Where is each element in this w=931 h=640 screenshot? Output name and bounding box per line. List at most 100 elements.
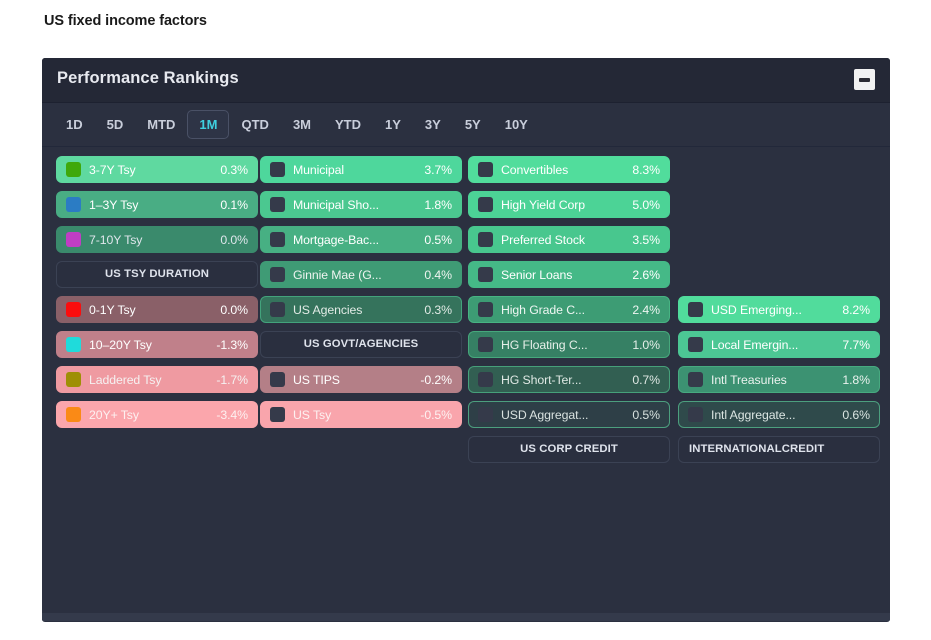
ranking-row[interactable]: Municipal Sho... 1.8% bbox=[260, 191, 462, 218]
color-swatch-icon bbox=[270, 372, 285, 387]
tab-5y[interactable]: 5Y bbox=[453, 110, 493, 139]
ranking-row[interactable]: Preferred Stock 3.5% bbox=[468, 226, 670, 253]
ranking-row-value: -0.2% bbox=[420, 372, 452, 387]
ranking-row-value: 2.4% bbox=[632, 302, 660, 317]
ranking-row[interactable]: Senior Loans 2.6% bbox=[468, 261, 670, 288]
tab-1y[interactable]: 1Y bbox=[373, 110, 413, 139]
ranking-row-value: 0.3% bbox=[220, 162, 248, 177]
ranking-row[interactable]: High Grade C... 2.4% bbox=[468, 296, 670, 323]
tab-1d[interactable]: 1D bbox=[54, 110, 95, 139]
ranking-row-label: Municipal bbox=[293, 162, 345, 177]
color-swatch-icon bbox=[66, 162, 81, 177]
color-swatch-icon bbox=[66, 232, 81, 247]
ranking-row-label: Intl Treasuries bbox=[711, 372, 787, 387]
color-swatch-icon bbox=[478, 302, 493, 317]
color-swatch-icon bbox=[688, 302, 703, 317]
ranking-row[interactable]: USD Aggregat... 0.5% bbox=[468, 401, 670, 428]
tab-mtd[interactable]: MTD bbox=[135, 110, 187, 139]
color-swatch-icon bbox=[478, 372, 493, 387]
color-swatch-icon bbox=[478, 337, 493, 352]
ranking-row[interactable]: Convertibles 8.3% bbox=[468, 156, 670, 183]
color-swatch-icon bbox=[478, 232, 493, 247]
color-swatch-icon bbox=[66, 407, 81, 422]
ranking-row-label: Convertibles bbox=[501, 162, 569, 177]
ranking-row[interactable]: US TIPS -0.2% bbox=[260, 366, 462, 393]
ranking-row[interactable]: Municipal 3.7% bbox=[260, 156, 462, 183]
ranking-row[interactable]: 7-10Y Tsy 0.0% bbox=[56, 226, 258, 253]
ranking-row-label: Senior Loans bbox=[501, 267, 573, 282]
ranking-row[interactable]: US Agencies 0.3% bbox=[260, 296, 462, 323]
tab-3y[interactable]: 3Y bbox=[413, 110, 453, 139]
color-swatch-icon bbox=[270, 232, 285, 247]
tab-5d[interactable]: 5D bbox=[95, 110, 136, 139]
rankings-chart: 3-7Y Tsy 0.3% 1–3Y Tsy 0.1% 7-10Y Tsy 0.0% 0-1… bbox=[42, 147, 890, 621]
ranking-row[interactable]: 0-1Y Tsy 0.0% bbox=[56, 296, 258, 323]
ranking-row-label: Preferred Stock bbox=[501, 232, 585, 247]
ranking-row-value: 0.0% bbox=[220, 232, 248, 247]
ranking-row-label: US Tsy bbox=[293, 407, 332, 422]
ranking-row-value: 0.1% bbox=[220, 197, 248, 212]
ranking-row[interactable]: HG Floating C... 1.0% bbox=[468, 331, 670, 358]
ranking-row-value: -1.3% bbox=[216, 337, 248, 352]
ranking-row-label: High Yield Corp bbox=[501, 197, 585, 212]
ranking-row[interactable]: US Tsy -0.5% bbox=[260, 401, 462, 428]
ranking-column-2: Municipal 3.7% Municipal Sho... 1.8% Mortgag… bbox=[260, 147, 462, 621]
ranking-row-value: -0.5% bbox=[420, 407, 452, 422]
ranking-row[interactable]: HG Short-Ter... 0.7% bbox=[468, 366, 670, 393]
color-swatch-icon bbox=[688, 407, 703, 422]
ranking-column-1: 3-7Y Tsy 0.3% 1–3Y Tsy 0.1% 7-10Y Tsy 0.0% 0-1… bbox=[56, 147, 258, 621]
ranking-row[interactable]: Intl Treasuries 1.8% bbox=[678, 366, 880, 393]
ranking-row[interactable]: 1–3Y Tsy 0.1% bbox=[56, 191, 258, 218]
ranking-row-label: Municipal Sho... bbox=[293, 197, 379, 212]
tab-ytd[interactable]: YTD bbox=[323, 110, 373, 139]
ranking-row-value: 3.7% bbox=[424, 162, 452, 177]
color-swatch-icon bbox=[688, 337, 703, 352]
ranking-row-value: -3.4% bbox=[216, 407, 248, 422]
color-swatch-icon bbox=[478, 267, 493, 282]
ranking-row-label: 7-10Y Tsy bbox=[89, 232, 143, 247]
ranking-row[interactable]: 3-7Y Tsy 0.3% bbox=[56, 156, 258, 183]
ranking-row-label: US TIPS bbox=[293, 372, 340, 387]
color-swatch-icon bbox=[66, 337, 81, 352]
ranking-column-4: USD Emerging... 8.2% Local Emergin... 7.7% I… bbox=[678, 147, 880, 621]
ranking-row-value: 0.5% bbox=[632, 407, 660, 422]
tab-3m[interactable]: 3M bbox=[281, 110, 323, 139]
tab-1m[interactable]: 1M bbox=[187, 110, 230, 139]
ranking-row-label: Laddered Tsy bbox=[89, 372, 162, 387]
category-label-line: CREDIT bbox=[781, 443, 825, 456]
ranking-row-value: 1.0% bbox=[632, 337, 660, 352]
ranking-row[interactable]: High Yield Corp 5.0% bbox=[468, 191, 670, 218]
color-swatch-icon bbox=[66, 302, 81, 317]
tab-qtd[interactable]: QTD bbox=[229, 110, 280, 139]
tab-10y[interactable]: 10Y bbox=[493, 110, 540, 139]
ranking-row-label: US Agencies bbox=[293, 302, 363, 317]
ranking-row-label: USD Aggregat... bbox=[501, 407, 589, 422]
color-swatch-icon bbox=[478, 407, 493, 422]
color-swatch-icon bbox=[66, 372, 81, 387]
ranking-row-label: 3-7Y Tsy bbox=[89, 162, 136, 177]
minimize-bar bbox=[859, 77, 870, 82]
ranking-row[interactable]: Mortgage-Bac... 0.5% bbox=[260, 226, 462, 253]
ranking-row-value: 0.7% bbox=[632, 372, 660, 387]
color-swatch-icon bbox=[270, 267, 285, 282]
category-label-line: INTERNATIONAL bbox=[689, 443, 782, 456]
ranking-row[interactable]: Laddered Tsy -1.7% bbox=[56, 366, 258, 393]
ranking-row-label: HG Floating C... bbox=[501, 337, 588, 352]
ranking-row[interactable]: 20Y+ Tsy -3.4% bbox=[56, 401, 258, 428]
ranking-row-value: 0.3% bbox=[424, 302, 452, 317]
color-swatch-icon bbox=[270, 407, 285, 422]
ranking-row-label: 20Y+ Tsy bbox=[89, 407, 139, 422]
category-label: INTERNATIONAL CREDIT bbox=[678, 436, 880, 463]
ranking-row[interactable]: Local Emergin... 7.7% bbox=[678, 331, 880, 358]
ranking-row[interactable]: USD Emerging... 8.2% bbox=[678, 296, 880, 323]
minimize-icon[interactable] bbox=[854, 69, 875, 90]
ranking-row-value: 8.2% bbox=[842, 302, 870, 317]
ranking-row-label: 1–3Y Tsy bbox=[89, 197, 139, 212]
ranking-row-value: 1.8% bbox=[424, 197, 452, 212]
ranking-row-label: Intl Aggregate... bbox=[711, 407, 796, 422]
ranking-row[interactable]: Ginnie Mae (G... 0.4% bbox=[260, 261, 462, 288]
ranking-row[interactable]: Intl Aggregate... 0.6% bbox=[678, 401, 880, 428]
ranking-row[interactable]: 10–20Y Tsy -1.3% bbox=[56, 331, 258, 358]
ranking-row-value: 0.0% bbox=[220, 302, 248, 317]
color-swatch-icon bbox=[66, 197, 81, 212]
